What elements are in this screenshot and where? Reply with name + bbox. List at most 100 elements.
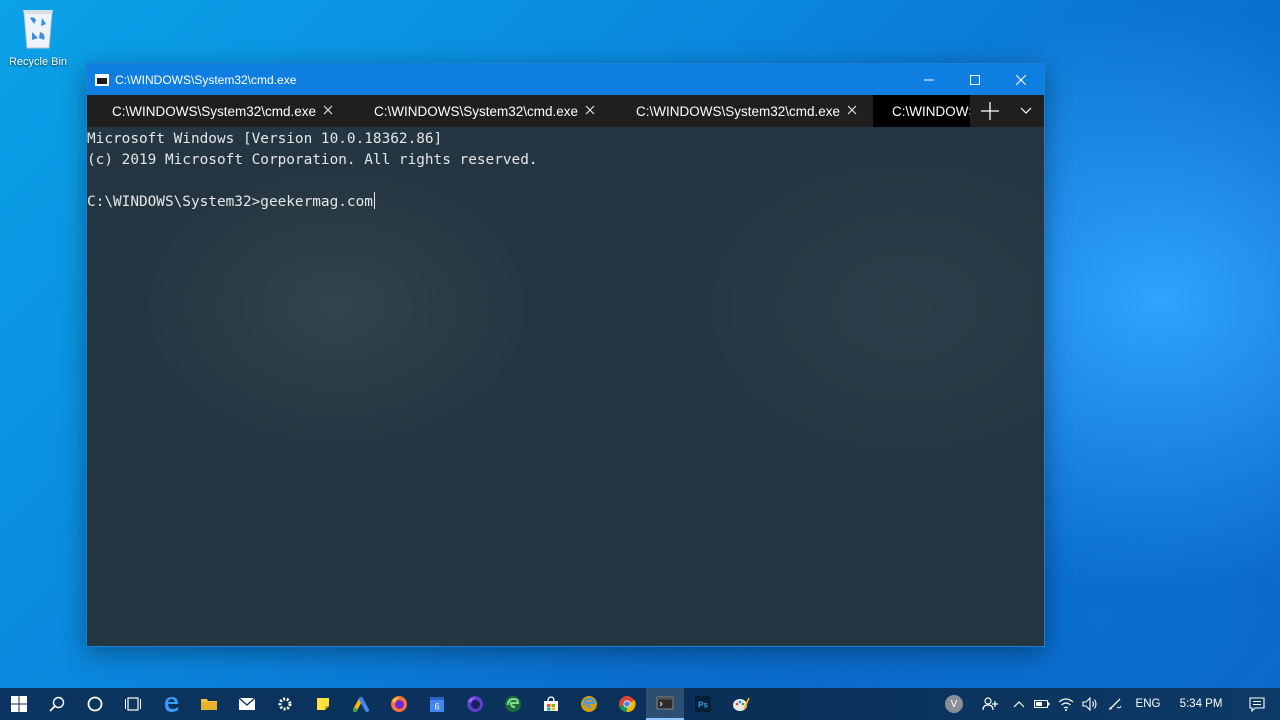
taskbar-store[interactable] (532, 688, 570, 720)
text-cursor (373, 192, 375, 209)
taskbar-calendar[interactable]: 6 (418, 688, 456, 720)
desktop-icon-recycle-bin[interactable]: Recycle Bin (4, 4, 72, 68)
photoshop-icon: Ps (695, 696, 711, 712)
tray-overflow[interactable] (1008, 688, 1030, 720)
tab-cmd-4-active[interactable]: C:\WINDOWS\System32\cmd.exe (873, 95, 970, 127)
tray-people[interactable] (972, 688, 1008, 720)
chevron-down-icon (1020, 107, 1032, 114)
start-icon (11, 696, 27, 712)
tray-action-center[interactable] (1234, 688, 1280, 720)
taskbar-sticky-notes[interactable] (304, 688, 342, 720)
maximize-button[interactable] (952, 64, 998, 95)
tab-label: C:\WINDOWS\System32\cmd.exe (374, 103, 579, 119)
tab-cmd-3[interactable]: C:\WINDOWS\System32\cmd.exe (611, 95, 873, 127)
window-titlebar[interactable]: C:\WINDOWS\System32\cmd.exe (87, 64, 1044, 95)
cortana-icon (87, 696, 103, 712)
taskbar-edge-dev[interactable] (494, 688, 532, 720)
console-prompt-text: C:\WINDOWS\System32>geekermag.com (87, 194, 373, 210)
maximize-icon (970, 74, 980, 85)
taskbar-edge[interactable] (152, 688, 190, 720)
chrome-icon (619, 696, 636, 713)
search-icon (49, 696, 65, 712)
desktop-icon-label: Recycle Bin (8, 56, 68, 68)
edge-canary-icon (581, 696, 597, 712)
taskbar-paint[interactable] (722, 688, 760, 720)
console-output[interactable]: Microsoft Windows [Version 10.0.18362.86… (87, 127, 1044, 646)
volume-icon (1082, 697, 1097, 711)
firefox-icon (391, 696, 407, 712)
close-button[interactable] (998, 64, 1044, 95)
tab-cmd-1[interactable]: C:\WINDOWS\System32\cmd.exe (87, 95, 349, 127)
battery-icon (1034, 700, 1050, 708)
sticky-notes-icon (317, 698, 329, 710)
task-view-icon (125, 697, 141, 711)
start-button[interactable] (0, 688, 38, 720)
plus-icon (981, 102, 999, 120)
tray-user-avatar[interactable]: V (936, 688, 972, 720)
console-line: Microsoft Windows [Version 10.0.18362.86… (87, 131, 443, 147)
svg-text:Ps: Ps (698, 701, 708, 710)
taskbar-photoshop[interactable]: Ps (684, 688, 722, 720)
taskbar-firefox[interactable] (380, 688, 418, 720)
taskbar-terminal[interactable] (646, 688, 684, 720)
taskbar-file-explorer[interactable] (190, 688, 228, 720)
taskbar-settings[interactable] (266, 688, 304, 720)
tray-battery[interactable] (1030, 688, 1054, 720)
paint-icon (733, 697, 750, 711)
tab-dropdown-button[interactable] (1008, 95, 1044, 127)
store-icon (544, 696, 558, 711)
wifi-icon (1058, 698, 1074, 711)
calendar-icon: 6 (430, 697, 444, 712)
action-center-icon (1249, 697, 1265, 712)
window-controls (906, 64, 1044, 95)
cortana-button[interactable] (76, 688, 114, 720)
taskbar: 6 Ps V ENG 5:34 PM (0, 688, 1280, 720)
tray-pen[interactable] (1102, 688, 1128, 720)
taskbar-google-ads[interactable] (342, 688, 380, 720)
chevron-up-icon (1013, 701, 1025, 708)
console-prompt-line[interactable]: C:\WINDOWS\System32>geekermag.com (87, 192, 1044, 213)
calendar-badge: 6 (434, 702, 439, 712)
tab-close-icon[interactable] (583, 103, 597, 117)
console-app-icon (95, 73, 109, 86)
settings-icon (278, 697, 292, 711)
console-line: (c) 2019 Microsoft Corporation. All righ… (87, 152, 538, 168)
taskbar-chrome[interactable] (608, 688, 646, 720)
task-view-button[interactable] (114, 688, 152, 720)
people-icon (982, 697, 998, 711)
recycle-bin-icon (20, 4, 56, 50)
tab-bar: C:\WINDOWS\System32\cmd.exe C:\WINDOWS\S… (87, 95, 1044, 127)
tab-close-icon[interactable] (321, 103, 335, 117)
minimize-button[interactable] (906, 64, 952, 95)
close-icon (1016, 74, 1026, 85)
tray-clock[interactable]: 5:34 PM (1168, 688, 1234, 720)
edge-dev-icon (505, 696, 521, 712)
file-explorer-icon (201, 699, 217, 710)
mail-icon (238, 697, 256, 710)
minimize-icon (924, 79, 934, 80)
taskbar-edge-canary[interactable] (570, 688, 608, 720)
tray-language[interactable]: ENG (1128, 688, 1168, 720)
pen-workspace-icon (1109, 698, 1122, 710)
tab-label: C:\WINDOWS\System32\cmd.exe (112, 103, 317, 119)
taskbar-firefox-nightly[interactable] (456, 688, 494, 720)
search-button[interactable] (38, 688, 76, 720)
terminal-window: C:\WINDOWS\System32\cmd.exe C:\WINDOWS\S… (86, 63, 1045, 647)
tray-wifi[interactable] (1054, 688, 1078, 720)
firefox-nightly-icon (467, 696, 483, 712)
tab-cmd-2[interactable]: C:\WINDOWS\System32\cmd.exe (349, 95, 611, 127)
new-tab-button[interactable] (972, 95, 1008, 127)
tab-close-icon[interactable] (845, 103, 859, 117)
tab-label: C:\WINDOWS\System32\cmd.exe (892, 103, 970, 119)
google-ads-icon (353, 697, 369, 712)
tray-volume[interactable] (1078, 688, 1102, 720)
system-tray: V ENG 5:34 PM (936, 688, 1280, 720)
taskbar-mail[interactable] (228, 688, 266, 720)
avatar: V (945, 695, 963, 713)
tab-label: C:\WINDOWS\System32\cmd.exe (636, 103, 841, 119)
terminal-icon (656, 696, 674, 710)
tab-actions (972, 95, 1044, 127)
window-title: C:\WINDOWS\System32\cmd.exe (115, 72, 297, 87)
edge-icon (165, 697, 178, 712)
